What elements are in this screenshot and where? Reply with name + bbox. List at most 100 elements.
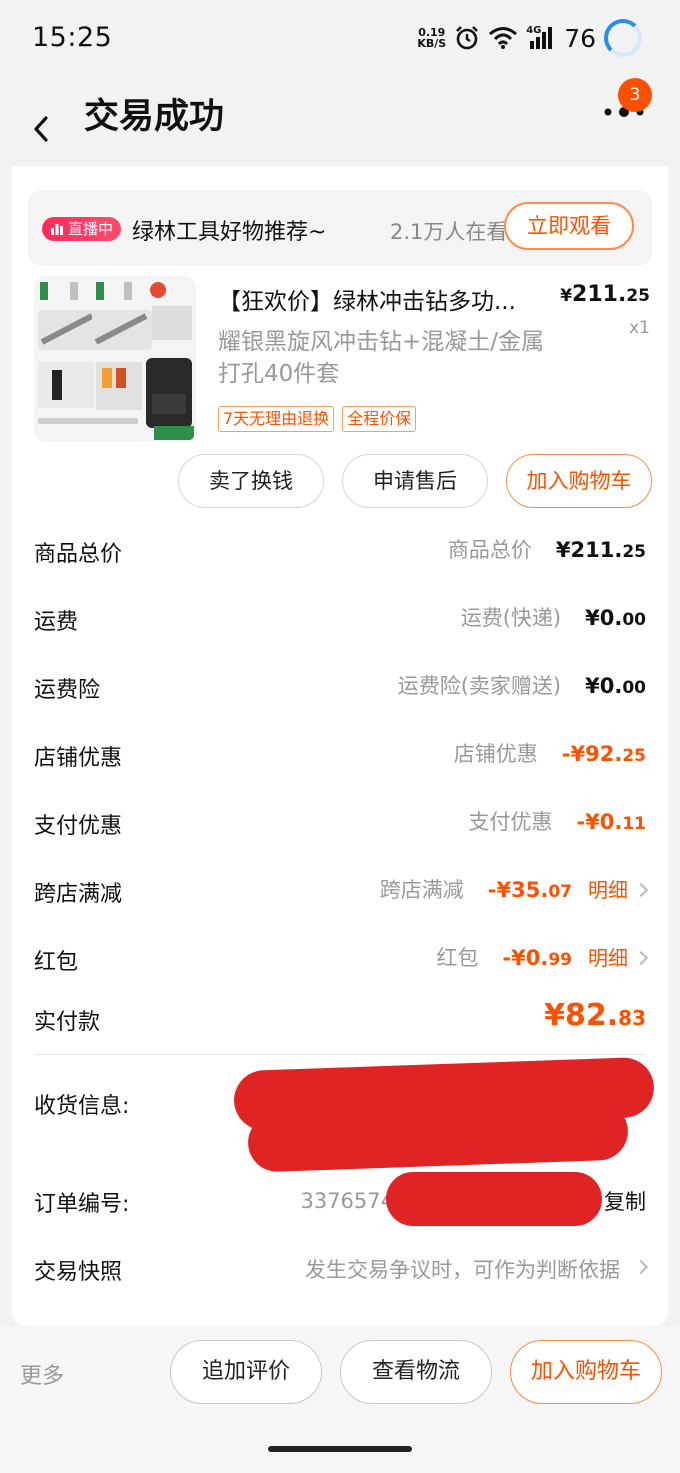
- fee-amount-int: -¥0.: [502, 946, 549, 970]
- fee-amount-int: ¥0.: [585, 606, 623, 630]
- add-to-cart-button[interactable]: 加入购物车: [506, 454, 652, 508]
- net-speed-unit: KB/S: [417, 37, 447, 50]
- fee-sublabel: 红包: [436, 946, 479, 970]
- snapshot-value: 发生交易争议时，可作为判断依据: [305, 1254, 649, 1284]
- watch-now-button[interactable]: 立即观看: [504, 202, 634, 250]
- fee-label: 商品总价: [34, 542, 123, 567]
- fee-amount-dec: 99: [548, 950, 572, 970]
- product-title[interactable]: 【狂欢价】绿林冲击钻多功...: [218, 282, 516, 316]
- section-divider: [34, 1054, 646, 1055]
- fee-label: 红包: [34, 950, 79, 975]
- fee-amount: ¥0.00: [585, 606, 646, 630]
- chevron-right-icon: [633, 882, 649, 898]
- fee-row-shipping-insurance: 运费险 运费险(卖家赠送) ¥0.00: [12, 654, 668, 722]
- product-spec: 耀银黑旋风冲击钻+混凝土/金属打孔40件套: [218, 329, 545, 387]
- fee-row-store-discount: 店铺优惠 店铺优惠 -¥92.25: [12, 722, 668, 790]
- net-speed-indicator: 0.19 KB/S: [417, 27, 446, 49]
- fee-label: 运费险: [34, 678, 101, 703]
- view-logistics-button[interactable]: 查看物流: [340, 1340, 492, 1404]
- fee-amount-dec: 25: [622, 746, 646, 766]
- fee-value-group: 运费(快递) ¥0.00: [461, 602, 646, 632]
- fee-label: 运费: [34, 610, 79, 635]
- after-sales-button[interactable]: 申请售后: [342, 454, 488, 508]
- snapshot-row[interactable]: 交易快照 发生交易争议时，可作为判断依据: [12, 1240, 668, 1300]
- service-tags: 7天无理由退换 全程价保: [218, 406, 417, 432]
- live-badge-label: 直播中: [68, 220, 114, 238]
- fee-row-shipping: 运费 运费(快递) ¥0.00: [12, 586, 668, 654]
- chevron-right-icon: [633, 950, 649, 966]
- fee-sublabel: 运费险(卖家赠送): [397, 674, 562, 698]
- chevron-right-icon: [633, 1259, 649, 1275]
- nav-bar: 交易成功 3: [0, 78, 680, 166]
- fee-amount: -¥92.25: [562, 742, 646, 766]
- tag-return-policy: 7天无理由退换: [218, 406, 335, 432]
- fee-amount-int: ¥35.: [496, 878, 549, 902]
- fee-amount-sign: -: [561, 742, 571, 766]
- live-viewer-count: 2.1万人在看: [390, 220, 508, 244]
- fee-sublabel: 支付优惠: [468, 810, 553, 834]
- live-title: 绿林工具好物推荐~: [132, 220, 327, 245]
- fee-value-group: 运费险(卖家赠送) ¥0.00: [398, 670, 646, 700]
- fee-amount-sign: -: [487, 878, 497, 902]
- fee-label: 支付优惠: [34, 814, 123, 839]
- price-symbol: ¥: [560, 286, 573, 306]
- fee-amount-dec: 25: [622, 542, 646, 562]
- bottom-action-bar: 更多 追加评价 查看物流 加入购物车: [0, 1326, 680, 1473]
- price-decimal: 25: [626, 286, 650, 306]
- back-button[interactable]: [24, 96, 64, 146]
- fee-amount-int: ¥211.: [555, 538, 623, 562]
- status-icons: 0.19 KB/S 4G 76: [417, 16, 642, 60]
- fee-value-group: 店铺优惠 -¥92.25: [454, 738, 646, 768]
- live-badge: 直播中: [42, 217, 122, 241]
- fee-amount-dec: 07: [548, 882, 572, 902]
- redaction-mark: [386, 1172, 602, 1226]
- fee-amount-int: ¥92.: [570, 742, 623, 766]
- live-bars-icon: [51, 224, 63, 235]
- bottom-buttons: 追加评价 查看物流 加入购物车: [170, 1340, 662, 1404]
- paid-amount-int: ¥82.: [544, 998, 619, 1033]
- fee-row-red-packet[interactable]: 红包 红包 -¥0.99 明细: [12, 926, 668, 994]
- product-actions: 卖了换钱 申请售后 加入购物车: [178, 454, 652, 508]
- fee-detail-link[interactable]: 明细: [588, 874, 628, 903]
- fee-row-payment-discount: 支付优惠 支付优惠 -¥0.11: [12, 790, 668, 858]
- fee-breakdown: 商品总价 商品总价 ¥211.25 运费 运费(快递) ¥0.00 运费险 运费…: [12, 518, 668, 994]
- live-stream-banner[interactable]: 直播中 绿林工具好物推荐~ 2.1万人在看 立即观看: [28, 190, 652, 266]
- product-image: [34, 276, 196, 442]
- fee-amount: -¥0.99: [502, 946, 572, 970]
- status-bar: 15:25 0.19 KB/S 4G 76: [0, 0, 680, 78]
- fee-row-total: 商品总价 商品总价 ¥211.25: [12, 518, 668, 586]
- order-number-prefix: 3376574: [300, 1189, 394, 1213]
- fee-row-cross-store-discount[interactable]: 跨店满减 跨店满减 -¥35.07 明细: [12, 858, 668, 926]
- resell-button[interactable]: 卖了换钱: [178, 454, 324, 508]
- product-thumbnail[interactable]: [34, 276, 196, 442]
- paid-amount-row: 实付款 ¥82.83: [12, 994, 668, 1050]
- chevron-left-icon: [34, 116, 48, 142]
- add-review-button[interactable]: 追加评价: [170, 1340, 322, 1404]
- copy-button[interactable]: 复制: [604, 1186, 646, 1216]
- snapshot-description: 发生交易争议时，可作为判断依据: [305, 1258, 620, 1282]
- cellular-signal-icon: 4G: [526, 25, 556, 51]
- fee-label: 店铺优惠: [34, 746, 123, 771]
- paid-amount-dec: 83: [618, 1006, 646, 1030]
- add-to-cart-bottom-button[interactable]: 加入购物车: [510, 1340, 662, 1404]
- fee-amount-int: ¥0.: [585, 674, 623, 698]
- paid-amount: ¥82.83: [544, 998, 646, 1033]
- fee-sublabel: 运费(快递): [460, 606, 562, 630]
- more-link[interactable]: 更多: [20, 1358, 64, 1390]
- fee-value-group: 商品总价 ¥211.25: [448, 534, 646, 564]
- price-integer: 211.: [572, 282, 627, 307]
- fee-sublabel: 跨店满减: [379, 878, 464, 902]
- fee-amount: ¥211.25: [556, 538, 646, 562]
- battery-level: 76: [564, 23, 596, 53]
- fee-amount: -¥35.07: [488, 878, 572, 902]
- home-indicator[interactable]: [268, 1446, 412, 1452]
- paid-label: 实付款: [34, 1010, 101, 1035]
- fee-detail-link[interactable]: 明细: [588, 942, 628, 971]
- fee-value-group: 支付优惠 -¥0.11: [468, 806, 646, 836]
- fee-value-group: 红包 -¥0.99 明细: [436, 942, 649, 972]
- product-price: ¥211.25: [560, 282, 650, 307]
- fee-sublabel: 店铺优惠: [453, 742, 538, 766]
- fee-amount: -¥0.11: [576, 810, 646, 834]
- page-title: 交易成功: [84, 97, 225, 137]
- wifi-icon: [489, 27, 518, 49]
